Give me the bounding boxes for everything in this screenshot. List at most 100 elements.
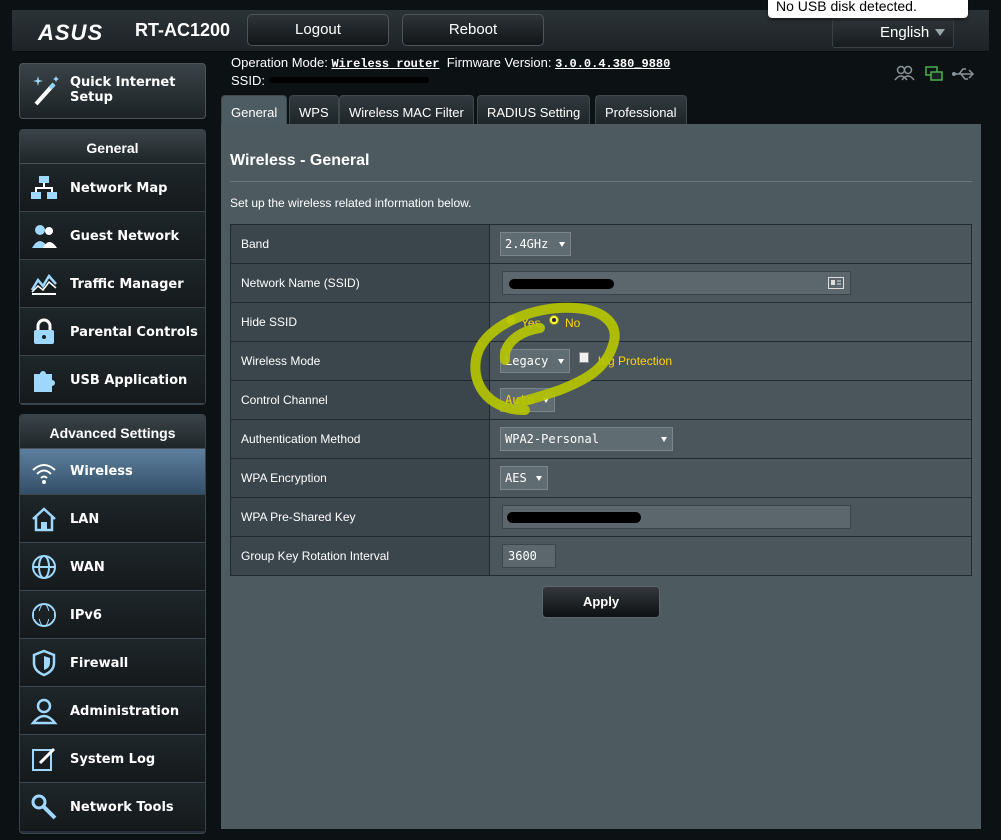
hide-ssid-yes-radio[interactable] [506,315,516,325]
home-icon [32,507,56,532]
sidebar-item-label: LAN [70,512,100,527]
network-status-icon[interactable] [925,66,943,81]
page-title: Wireless - General [230,152,370,169]
quick-internet-setup-button[interactable]: Quick Internet Setup [19,63,206,119]
hide-ssid-no-label: No [565,316,581,330]
auth-method-label: Authentication Method [230,419,490,459]
title-divider [230,181,972,182]
sidebar-item-firewall[interactable]: Firewall [20,639,205,687]
table-row: WPA Pre-Shared Key [230,497,972,537]
group-key-input[interactable]: 3600 [502,544,556,568]
guest-network-icon [32,225,57,248]
control-channel-value: Auto [505,393,534,407]
puzzle-icon [34,371,55,392]
hide-ssid-label: Hide SSID [230,302,490,342]
language-select[interactable]: English [832,18,954,48]
hide-ssid-no-radio[interactable] [549,315,559,325]
sidebar-item-wan[interactable]: WAN [20,543,205,591]
wpa-encryption-select[interactable]: AES [500,466,548,490]
psk-input[interactable] [502,505,851,529]
sidebar-item-lan[interactable]: LAN [20,495,205,543]
table-row: WPA Encryption AES [230,458,972,498]
psk-label: WPA Pre-Shared Key [230,497,490,537]
usb-notice-tooltip: No USB disk detected. [768,0,968,18]
control-channel-label: Control Channel [230,380,490,420]
chevron-down-icon [661,437,667,442]
logout-button[interactable]: Logout [247,14,389,46]
table-row: Wireless Mode Legacy b/g Protection [230,341,972,381]
operation-mode-line: Operation Mode: Wireless router Firmware… [231,55,670,71]
usb-icon[interactable] [952,68,975,80]
sidebar-item-system-log[interactable]: System Log [20,735,205,783]
ssid-redacted [268,77,429,83]
ipv6-icon [32,603,56,627]
sidebar-item-wireless[interactable]: Wireless [20,449,205,495]
tab-radius-setting[interactable]: RADIUS Setting [477,95,591,124]
sidebar-item-label: Traffic Manager [70,277,184,292]
id-card-icon[interactable] [828,277,844,289]
apply-button[interactable]: Apply [542,586,660,618]
ssid-input[interactable] [502,271,851,295]
sidebar-item-label: Network Tools [70,800,174,815]
chevron-down-icon [543,398,549,403]
sidebar-item-guest-network[interactable]: Guest Network [20,212,205,260]
sidebar-item-parental-controls[interactable]: Parental Controls [20,308,205,356]
shield-icon [32,649,56,677]
wireless-mode-value: Legacy [505,354,549,368]
firmware-link[interactable]: 3.0.0.4.380_9880 [555,57,670,71]
ssid-field-label: Network Name (SSID) [230,263,490,303]
clients-icon[interactable] [894,65,915,81]
status-icons [893,63,983,90]
tab-professional[interactable]: Professional [595,95,687,124]
language-value: English [880,24,930,41]
sidebar-item-label: System Log [70,752,156,767]
table-row: Group Key Rotation Interval 3600 [230,536,972,576]
tab-wireless-mac-filter[interactable]: Wireless MAC Filter [339,95,474,124]
chevron-down-icon [536,476,542,481]
wireless-icon [32,464,56,484]
sidebar-item-traffic-manager[interactable]: Traffic Manager [20,260,205,308]
sidebar-general: General Network Map Guest Network Traffi… [19,129,206,405]
sidebar-general-heading: General [20,130,205,164]
ssid-line: SSID: [231,73,429,88]
sidebar-item-administration[interactable]: Administration [20,687,205,735]
tab-general[interactable]: General [221,95,288,124]
operation-mode-link[interactable]: Wireless router [331,57,439,71]
user-icon [30,698,58,725]
network-map-icon [31,176,57,199]
log-edit-icon [32,747,56,771]
sidebar-item-label: Guest Network [70,229,180,244]
wireless-settings-table: Band 2.4GHz Network Name (SSID) Hide SSI… [230,224,972,576]
sidebar-item-label: USB Application [70,373,188,388]
firmware-label: Firmware Version: [446,55,552,70]
bg-protection-checkbox[interactable] [579,352,589,363]
band-select[interactable]: 2.4GHz [500,232,571,256]
chevron-down-icon [935,29,945,36]
tab-wps[interactable]: WPS [289,95,339,124]
table-row: Network Name (SSID) [230,263,972,303]
sidebar-item-network-map[interactable]: Network Map [20,164,205,212]
wrench-icon [31,794,57,820]
table-row: Band 2.4GHz [230,224,972,264]
wpa-encryption-label: WPA Encryption [230,458,490,498]
wireless-general-panel: Wireless - General Set up the wireless r… [221,124,981,829]
reboot-button[interactable]: Reboot [402,14,544,46]
hide-ssid-yes-label: Yes [521,316,541,330]
table-row: Authentication Method WPA2-Personal [230,419,972,459]
ssid-redacted-value [509,279,614,289]
sidebar-item-ipv6[interactable]: IPv6 [20,591,205,639]
sidebar-item-network-tools[interactable]: Network Tools [20,783,205,831]
sidebar-item-usb-application[interactable]: USB Application [20,356,205,404]
quick-setup-label: Quick Internet Setup [70,75,176,105]
band-value: 2.4GHz [505,237,549,251]
auth-method-select[interactable]: WPA2-Personal [500,427,673,451]
traffic-manager-icon [30,273,57,295]
lock-icon [34,318,54,344]
chevron-down-icon [558,359,564,364]
wireless-mode-select[interactable]: Legacy [500,349,570,373]
group-key-label: Group Key Rotation Interval [230,536,490,576]
control-channel-select[interactable]: Auto [500,388,555,412]
globe-icon [32,555,56,579]
sidebar-advanced: Advanced Settings Wireless LAN WAN IPv6 … [19,414,206,834]
band-label: Band [230,224,490,264]
